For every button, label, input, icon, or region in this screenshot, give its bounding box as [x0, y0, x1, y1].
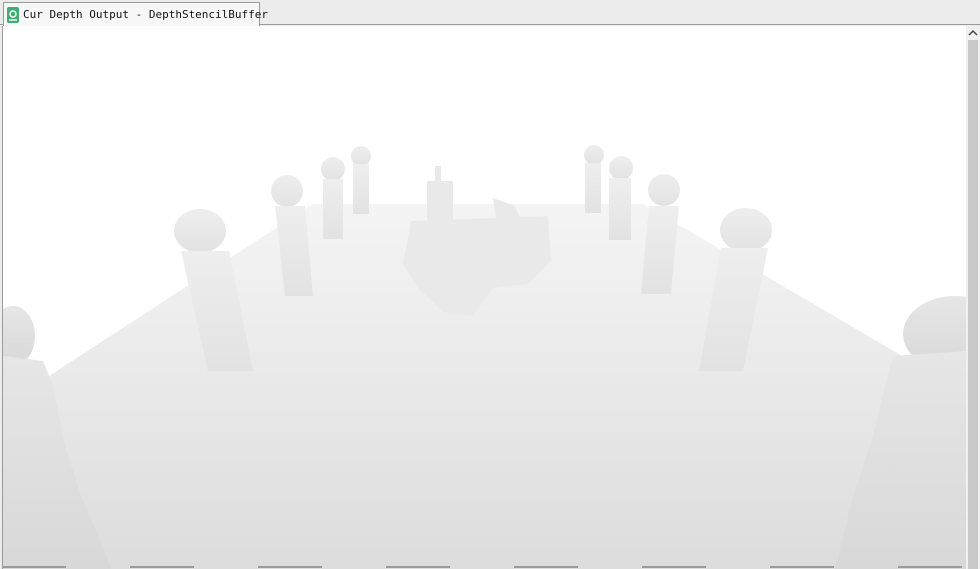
texture-viewer-icon [7, 6, 19, 23]
scroll-thumb[interactable] [968, 40, 978, 569]
vertical-scrollbar[interactable] [966, 26, 980, 569]
tab-depth-output[interactable]: Cur Depth Output - DepthStencilBuffer [3, 2, 268, 26]
tab-bar: Cur Depth Output - DepthStencilBuffer [0, 0, 980, 26]
depth-viewport[interactable] [2, 26, 967, 569]
depth-image [3, 145, 967, 569]
texture-viewer-window: Cur Depth Output - DepthStencilBuffer [0, 0, 980, 569]
scroll-up-icon[interactable] [966, 26, 980, 40]
tab-title: Cur Depth Output - DepthStencilBuffer [23, 8, 269, 21]
